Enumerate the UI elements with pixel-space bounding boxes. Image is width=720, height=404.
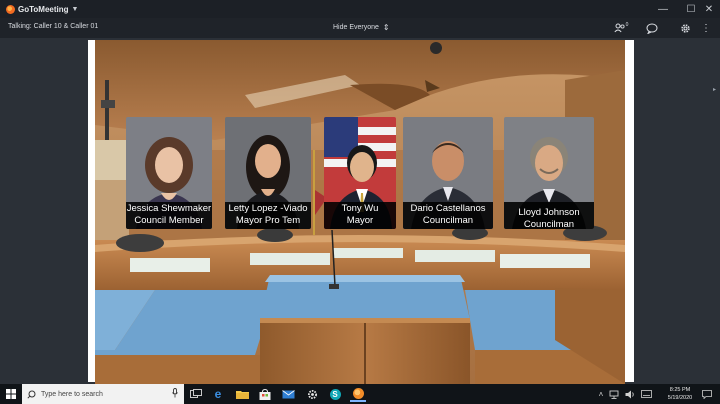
portrait-card-dario-castellanos: Dario Castellanos Councilman [403,117,493,229]
meeting-header: Talking: Caller 10 & Caller 01 Hide Ever… [0,18,720,38]
minimize-icon: — [658,3,668,15]
store-icon [259,388,271,400]
attendees-button[interactable]: 0 [610,20,632,36]
search-placeholder: Type here to search [41,390,103,398]
close-button[interactable]: ✕ [698,0,720,18]
hide-everyone-label: Hide Everyone [333,24,379,31]
folder-icon [235,391,249,399]
hide-everyone-toggle[interactable]: Hide Everyone ⇕ [333,23,390,32]
edge-browser-button[interactable]: e [210,386,226,402]
portrait-card-letty-lopez-viado: Letty Lopez -Viado Mayor Pro Tem [225,117,311,229]
more-vertical-icon: ⋮ [701,22,711,34]
chevron-down-icon: ▼ [71,5,79,13]
person-name: Letty Lopez -Viado [228,203,308,214]
gear-icon [307,389,317,399]
task-view-icon [190,389,202,398]
portrait-caption: Dario Castellanos Councilman [403,202,493,229]
show-hidden-icons-button[interactable]: ˄ [596,384,606,404]
portrait-caption: Tony Wu Mayor [324,202,396,229]
notification-icon [702,389,712,399]
people-icon [614,23,625,33]
windows-logo-icon [6,389,16,399]
person-name: Tony Wu [341,203,379,214]
taskbar-search-box[interactable]: Type here to search [22,384,184,404]
gotomeeting-window: GoToMeeting ▼ — ☐ ✕ Talking: Caller 10 &… [0,0,720,404]
volume-button[interactable] [624,384,636,404]
store-button[interactable] [257,386,273,402]
microphone-icon[interactable] [172,388,178,398]
mail-button[interactable] [280,386,296,402]
start-button[interactable] [0,384,22,404]
portrait-card-lloyd-johnson: Lloyd Johnson Councilman [504,117,594,229]
person-name: Lloyd Johnson [518,207,580,218]
action-center-button[interactable] [700,384,714,404]
portrait-caption: Letty Lopez -Viado Mayor Pro Tem [225,202,311,229]
title-bar: GoToMeeting ▼ — ☐ ✕ [0,0,720,18]
file-explorer-button[interactable] [234,386,250,402]
keyboard-button[interactable] [640,384,652,404]
chevron-up-icon: ˄ [598,389,604,399]
task-view-button[interactable] [188,386,204,402]
person-title: Mayor [346,215,374,226]
app-menu-button[interactable]: GoToMeeting ▼ [6,3,78,15]
person-title: Council Member [134,215,204,226]
network-button[interactable] [608,384,620,404]
portrait-caption: Lloyd Johnson Councilman [504,202,594,229]
settings-button[interactable] [677,20,693,36]
gotomeeting-logo-icon [6,4,15,14]
council-chamber-image: Jessica Shewmaker Council Member Letty L… [95,40,625,384]
person-name: Jessica Shewmaker [126,203,212,214]
portrait-card-tony-wu: Tony Wu Mayor [324,117,396,229]
gotomeeting-taskbar-button[interactable] [350,386,366,402]
skype-button[interactable]: S [327,386,343,402]
chat-button[interactable] [644,20,660,36]
portrait-card-jessica-shewmaker: Jessica Shewmaker Council Member [126,117,212,229]
gotomeeting-icon [352,387,364,399]
talking-indicator: Talking: Caller 10 & Caller 01 [8,23,99,30]
person-name: Dario Castellanos [410,203,486,214]
taskbar-clock[interactable]: 8:25 PM 5/19/2020 [664,386,696,402]
chat-icon [646,23,658,34]
scroll-right-arrow[interactable]: ▸ [713,86,716,93]
speaker-icon [625,390,634,398]
maximize-icon: ☐ [686,3,696,15]
person-title: Councilman [422,215,474,226]
portrait-caption: Jessica Shewmaker Council Member [126,202,212,229]
close-icon: ✕ [704,3,714,15]
clock-time: 8:25 PM [669,387,691,393]
person-title: Mayor Pro Tem [235,215,301,226]
gear-icon [680,23,690,33]
sort-icon: ⇕ [382,23,390,32]
more-options-button[interactable]: ⋮ [700,20,712,36]
minimize-button[interactable]: — [652,0,674,18]
attendee-count: 0 [625,22,629,28]
skype-icon: S [329,388,341,400]
keyboard-icon [640,390,652,398]
edge-icon: e [214,387,222,401]
clock-date: 5/19/2020 [667,395,693,401]
mail-icon [281,389,295,398]
taskbar: Type here to search e S ˄ 8:25 PM 5/19/2… [0,384,720,404]
person-title: Councilman [523,219,575,229]
settings-app-button[interactable] [304,386,320,402]
network-icon [609,390,618,399]
app-name: GoToMeeting [18,4,69,14]
search-icon [27,390,36,399]
